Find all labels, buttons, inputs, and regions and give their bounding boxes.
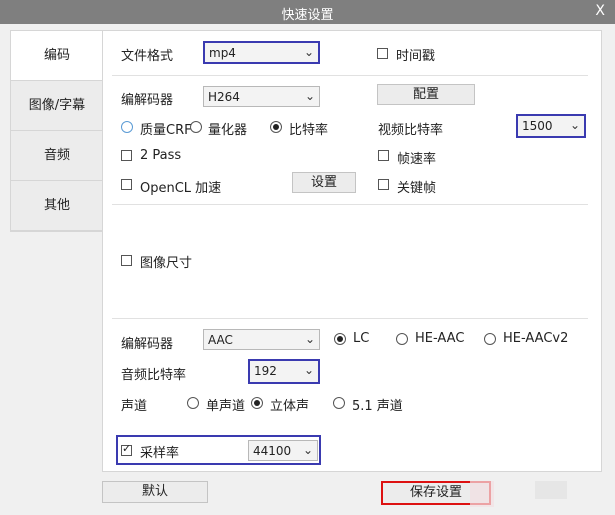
tab-label: 编码: [43, 48, 70, 63]
keyframe-checkbox[interactable]: [378, 179, 389, 190]
video-bitrate-value: 1500: [522, 119, 553, 133]
framerate-label: 帧速率: [397, 152, 437, 167]
timestamp-checkbox[interactable]: [377, 48, 388, 59]
opencl-checkbox[interactable]: [121, 179, 132, 190]
audio-codec-label: 编解码器: [121, 337, 174, 352]
opencl-settings-button[interactable]: 设置: [292, 172, 356, 193]
he-aac-radio[interactable]: [396, 333, 408, 345]
samplerate-value: 44100: [253, 444, 292, 458]
he-aac-label: HE-AAC: [415, 331, 465, 346]
he-aacv2-radio[interactable]: [484, 333, 496, 345]
samplerate-checkbox[interactable]: [121, 442, 132, 456]
chevron-down-icon: ⌄: [303, 45, 314, 59]
image-size-label: 图像尺寸: [140, 256, 193, 271]
video-bitrate-label: 视频比特率: [378, 123, 444, 138]
tab-encoding[interactable]: 编码: [11, 31, 103, 81]
timestamp-label: 时间戳: [396, 49, 436, 64]
chevron-down-icon: ⌄: [304, 89, 315, 103]
bitrate-radio[interactable]: [270, 121, 282, 133]
config-button[interactable]: 配置: [377, 84, 475, 105]
lc-label: LC: [353, 331, 370, 346]
audio-bitrate-select[interactable]: 192 ⌄: [248, 359, 320, 384]
audio-bitrate-value: 192: [254, 364, 277, 378]
divider: [112, 318, 588, 319]
tab-image-subtitle[interactable]: 图像/字幕: [11, 81, 103, 131]
stereo-label: 立体声: [270, 399, 310, 414]
two-pass-label: 2 Pass: [140, 148, 182, 163]
sidebar: 编码 图像/字幕 音频 其他: [10, 30, 103, 232]
crf-label: 质量CRF: [140, 123, 192, 138]
channel-label: 声道: [121, 399, 148, 414]
format-label: 文件格式: [121, 49, 174, 64]
tab-label: 音频: [43, 148, 70, 163]
chevron-down-icon: ⌄: [302, 443, 313, 457]
audio-bitrate-label: 音频比特率: [121, 368, 187, 383]
audio-codec-value: AAC: [208, 333, 233, 347]
chevron-down-icon: ⌄: [304, 332, 315, 346]
default-button[interactable]: 默认: [102, 481, 208, 503]
keyframe-label: 关键帧: [397, 181, 437, 196]
video-bitrate-select[interactable]: 1500 ⌄: [516, 114, 586, 138]
framerate-checkbox[interactable]: [378, 150, 389, 161]
close-icon[interactable]: X: [595, 3, 605, 19]
divider: [112, 75, 588, 76]
video-codec-label: 编解码器: [121, 93, 174, 108]
quantizer-label: 量化器: [208, 123, 248, 138]
surround-label: 5.1 声道: [352, 399, 403, 414]
samplerate-select[interactable]: 44100 ⌄: [248, 440, 318, 461]
stereo-radio[interactable]: [251, 397, 263, 409]
two-pass-checkbox[interactable]: [121, 150, 132, 161]
samplerate-label: 采样率: [140, 446, 180, 461]
format-value: mp4: [209, 46, 236, 60]
tab-other[interactable]: 其他: [11, 181, 103, 231]
title-bar: 快速设置 X: [0, 0, 615, 24]
he-aacv2-label: HE-AACv2: [503, 331, 569, 346]
video-codec-value: H264: [208, 90, 240, 104]
tab-label: 其他: [43, 198, 70, 213]
chevron-down-icon: ⌄: [303, 363, 314, 377]
lc-radio[interactable]: [334, 333, 346, 345]
tab-audio[interactable]: 音频: [11, 131, 103, 181]
decorative-patch: [535, 481, 567, 499]
mono-label: 单声道: [206, 399, 246, 414]
surround-radio[interactable]: [333, 397, 345, 409]
divider: [112, 204, 588, 205]
audio-codec-select[interactable]: AAC ⌄: [203, 329, 320, 350]
tab-label: 图像/字幕: [28, 98, 86, 113]
window-title: 快速设置: [281, 8, 334, 23]
crf-radio[interactable]: [121, 121, 133, 133]
chevron-down-icon: ⌄: [569, 118, 580, 132]
format-select[interactable]: mp4 ⌄: [203, 41, 320, 64]
quantizer-radio[interactable]: [190, 121, 202, 133]
image-size-checkbox[interactable]: [121, 255, 132, 266]
bitrate-mode-label: 比特率: [289, 123, 329, 138]
mono-radio[interactable]: [187, 397, 199, 409]
video-codec-select[interactable]: H264 ⌄: [203, 86, 320, 107]
decorative-patch: [470, 481, 494, 507]
opencl-label: OpenCL 加速: [140, 181, 222, 196]
